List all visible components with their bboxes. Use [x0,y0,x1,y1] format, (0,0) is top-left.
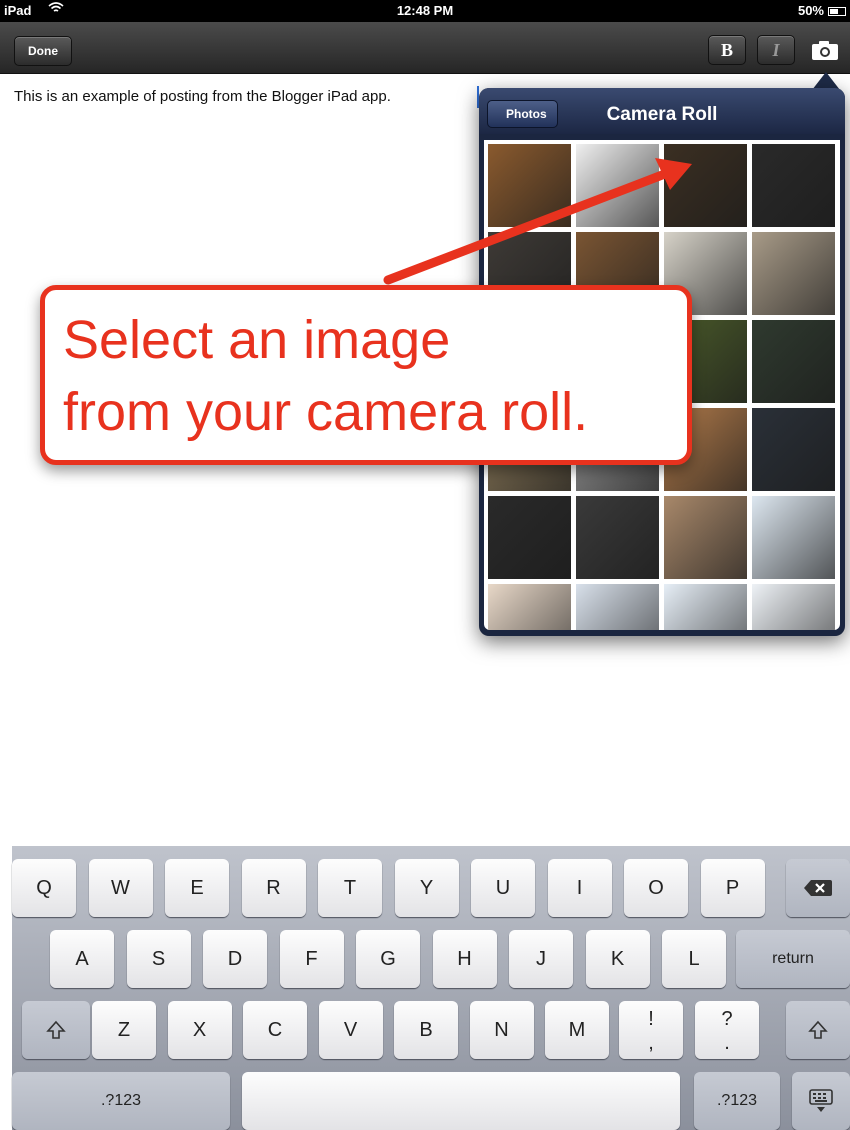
key-n[interactable]: N [469,1001,534,1059]
key-p[interactable]: P [700,859,765,917]
backspace-key[interactable] [786,859,850,917]
key-u[interactable]: U [471,859,535,917]
key-f[interactable]: F [279,930,344,988]
photo-thumbnail[interactable] [664,584,747,630]
shift-key-left[interactable] [22,1001,90,1059]
key-period-bottom: . [724,1032,730,1054]
space-key[interactable] [242,1072,680,1130]
camera-icon[interactable] [810,39,840,61]
key-c[interactable]: C [243,1001,307,1059]
key-z[interactable]: Z [92,1001,156,1059]
key-d[interactable]: D [203,930,267,988]
bold-button[interactable]: B [708,35,746,65]
key-q[interactable]: Q [12,859,76,917]
onscreen-keyboard: return ! , ? . .?123 .?123 QWERTYUIOP ASD… [12,846,850,1130]
key-g[interactable]: G [356,930,420,988]
key-s[interactable]: S [126,930,191,988]
photo-thumbnail[interactable] [752,496,835,579]
italic-button[interactable]: I [757,35,795,65]
popover-header: Photos Camera Roll [479,88,845,134]
return-key[interactable]: return [736,930,850,988]
callout-line-2: from your camera roll. [63,382,589,442]
photo-thumbnail[interactable] [664,496,747,579]
key-x[interactable]: X [167,1001,232,1059]
status-bar: iPad 12:48 PM 50% [0,0,850,22]
photo-thumbnail[interactable] [576,496,659,579]
key-y[interactable]: Y [394,859,459,917]
key-m[interactable]: M [545,1001,609,1059]
photos-back-button[interactable]: Photos [487,100,558,128]
photo-thumbnail[interactable] [752,584,835,630]
callout-text: Select an image from your camera roll. [63,304,588,448]
key-i[interactable]: I [547,859,612,917]
key-o[interactable]: O [624,859,688,917]
photo-thumbnail[interactable] [576,584,659,630]
key-r[interactable]: R [241,859,306,917]
key-exclamation-top: ! [648,1008,654,1030]
key-comma-bottom: , [648,1032,654,1054]
battery-percent: 50% [797,3,824,18]
key-b[interactable]: B [394,1001,458,1059]
shift-key-right[interactable] [786,1001,850,1059]
key-a[interactable]: A [50,930,114,988]
photo-thumbnail[interactable] [752,320,835,403]
key-v[interactable]: V [318,1001,383,1059]
editor-toolbar: Done B I [0,22,850,74]
key-t[interactable]: T [318,859,382,917]
photo-thumbnail[interactable] [488,496,571,579]
key-exclamation[interactable]: ! , [619,1001,683,1059]
key-l[interactable]: L [662,930,726,988]
photo-thumbnail[interactable] [752,408,835,491]
popover-title: Camera Roll [606,104,718,125]
numbers-key-left[interactable]: .?123 [12,1072,230,1130]
photo-thumbnail[interactable] [752,232,835,315]
key-e[interactable]: E [165,859,229,917]
key-k[interactable]: K [585,930,650,988]
instruction-callout: Select an image from your camera roll. [40,285,692,465]
key-h[interactable]: H [432,930,497,988]
key-j[interactable]: J [509,930,573,988]
numbers-key-right[interactable]: .?123 [694,1072,780,1130]
done-button[interactable]: Done [14,36,72,66]
status-time: 12:48 PM [396,3,454,18]
key-question[interactable]: ? . [695,1001,759,1059]
callout-line-1: Select an image [63,310,451,370]
photo-thumbnail[interactable] [752,144,835,227]
post-body-text[interactable]: This is an example of posting from the B… [14,88,391,105]
battery-icon [828,7,846,16]
hide-keyboard-key[interactable] [792,1072,850,1130]
photo-thumbnail[interactable] [488,584,571,630]
key-w[interactable]: W [88,859,153,917]
key-question-top: ? [721,1008,733,1030]
callout-arrow [383,158,692,285]
